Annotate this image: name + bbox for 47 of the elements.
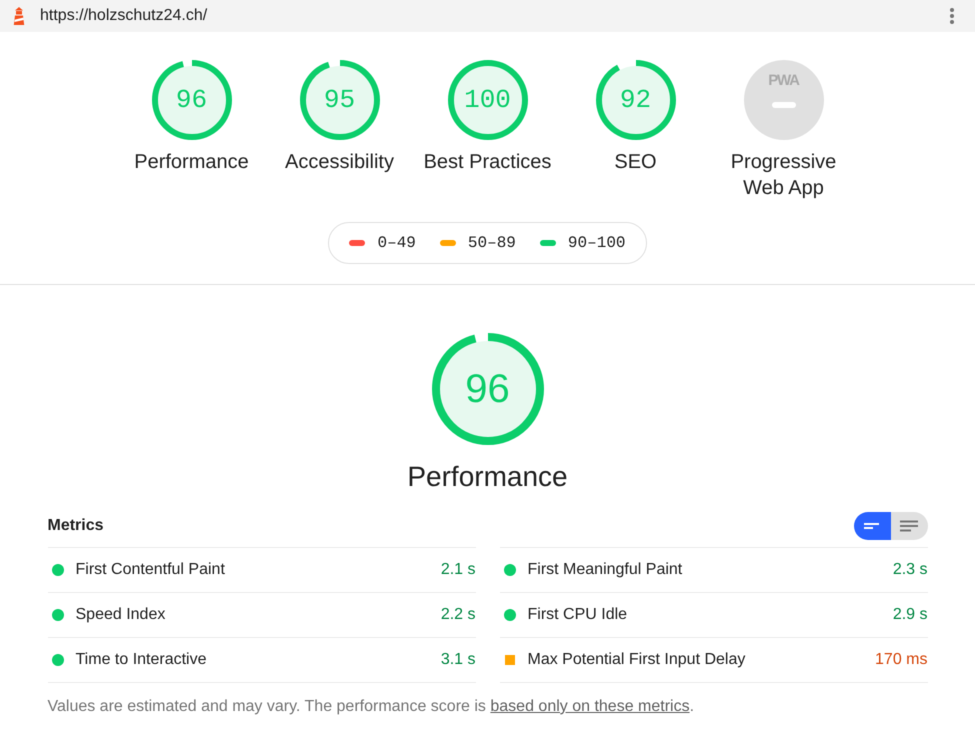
gauge-score: 96 (176, 85, 208, 115)
category-label: Best Practices (424, 150, 552, 175)
metric-value: 2.3 s (892, 561, 928, 579)
three-lines-icon (900, 520, 918, 532)
category-label: Progressive Web App (730, 150, 838, 201)
gauge-background (306, 66, 374, 134)
url-text: https://holzschutz24.ch/ (40, 7, 208, 25)
metric-value: 2.9 s (892, 606, 928, 624)
gauge-background (158, 66, 226, 134)
gauge-score: 95 (324, 85, 356, 115)
section-title: Metrics (48, 517, 104, 535)
metrics-link[interactable]: based only on these metrics (490, 698, 690, 715)
two-lines-icon (863, 520, 881, 532)
legend-label: 90–100 (568, 234, 626, 252)
gauge-background (454, 66, 522, 134)
pass-dot-icon (52, 564, 64, 576)
legend-label: 50–89 (468, 234, 516, 252)
pass-dot-icon (504, 609, 516, 621)
view-toggle-button[interactable] (890, 512, 928, 540)
metric-name: First CPU Idle (528, 606, 628, 624)
category-label: Performance (134, 150, 249, 175)
view-toggle-button[interactable] (854, 512, 890, 540)
metric-name: First Contentful Paint (76, 561, 225, 579)
metric-value: 170 ms (875, 651, 928, 669)
pass-dot-icon (52, 654, 64, 666)
gauge-score: 100 (464, 85, 511, 115)
gauge-score: 96 (465, 366, 510, 412)
category-title: Performance (407, 460, 568, 494)
gauge-background (602, 66, 670, 134)
metric-value: 2.2 s (440, 606, 476, 624)
metrics-note: Values are estimated and may vary. The performance score is based only on these metrics. (48, 697, 696, 717)
metric-name: First Meaningful Paint (528, 561, 682, 579)
legend-label: 0–49 (377, 234, 416, 252)
warning-square-icon (504, 655, 514, 665)
category-label: Accessibility (285, 150, 394, 175)
pass-dot-icon (504, 564, 516, 576)
metric-value: 3.1 s (440, 651, 476, 669)
metric-name: Speed Index (76, 606, 166, 624)
metric-value: 2.1 s (440, 561, 476, 579)
minus-icon (772, 102, 796, 108)
metric-name: Time to Interactive (76, 651, 207, 669)
metric-name: Max Potential First Input Delay (528, 651, 746, 669)
pass-dot-icon (52, 609, 64, 621)
gauge-score: 92 (620, 85, 652, 115)
category-label: SEO (614, 150, 657, 175)
lighthouse-icon (12, 7, 26, 25)
more-menu-icon[interactable] (950, 8, 954, 24)
